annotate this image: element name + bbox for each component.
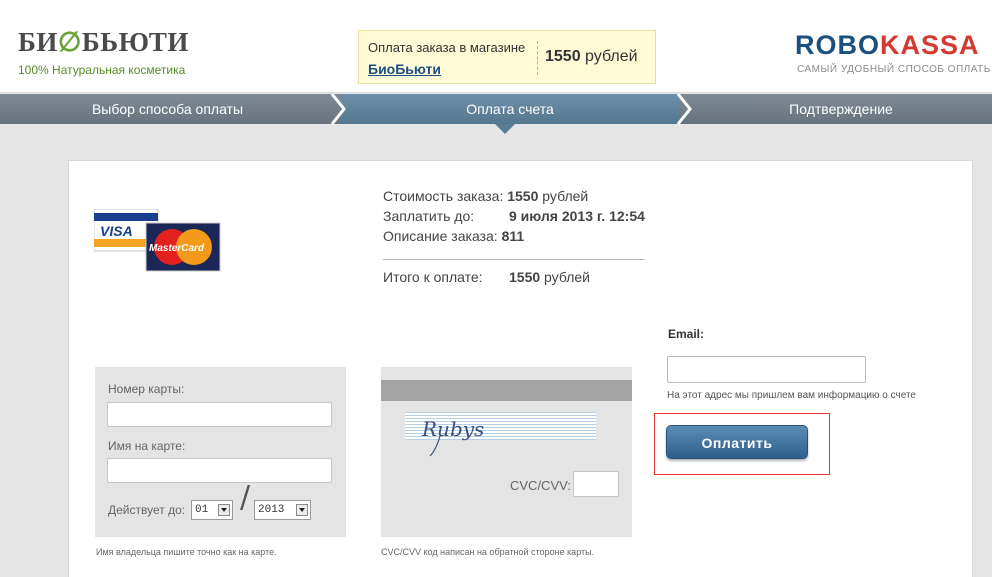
step-payment-method[interactable]: Выбор способа оплаты	[0, 94, 335, 124]
summary-desc-value: 811	[501, 228, 525, 244]
steps-bar: Выбор способа оплаты Оплата счета Подтве…	[0, 94, 992, 124]
card-name-field[interactable]	[107, 458, 332, 483]
mastercard-text: MasterCard	[149, 243, 205, 254]
rk-logo-part2: KASSA	[880, 30, 980, 60]
shop-link[interactable]: БиоБьюти	[368, 61, 441, 77]
summary-divider	[383, 259, 645, 260]
header: БИ∅БЬЮТИ 100% Натуральная косметика Опла…	[0, 0, 992, 93]
month-value: 01	[195, 504, 209, 516]
order-price-unit: рублей	[585, 48, 638, 65]
summary-deadline-value: 9 июля 2013 г. 12:54	[509, 208, 645, 224]
order-info-box: Оплата заказа в магазине БиоБьюти 1550 р…	[358, 30, 656, 84]
active-step-indicator	[495, 124, 515, 134]
summary-total-amount: 1550	[509, 269, 541, 285]
summary-desc-label: Описание заказа:	[383, 228, 498, 244]
chevron-down-icon[interactable]	[296, 504, 308, 516]
order-line: Оплата заказа в магазине	[368, 40, 526, 55]
order-separator	[537, 41, 538, 75]
back-note: CVC/CVV код написан на обратной стороне …	[381, 547, 595, 557]
email-field[interactable]	[667, 356, 866, 383]
visa-mastercard-logo: VISA MasterCard	[94, 209, 221, 272]
logo-part2: БЬЮТИ	[81, 27, 189, 57]
card-number-label: Номер карты:	[108, 382, 185, 396]
step-confirmation: Подтверждение	[789, 101, 893, 117]
card-number-field[interactable]	[107, 402, 332, 427]
cvc-field[interactable]	[573, 471, 619, 497]
shop-logo[interactable]: БИ∅БЬЮТИ	[18, 27, 189, 58]
pay-button[interactable]: Оплатить	[666, 425, 808, 459]
signature-text: Rubys	[421, 417, 484, 441]
front-note: Имя владельца пишите точно как на карте.	[96, 547, 277, 557]
summary-total-label: Итого к оплате:	[383, 269, 483, 285]
step-chevron-icon	[330, 94, 346, 124]
summary-cost: Стоимость заказа: 1550 рублей	[383, 188, 588, 204]
card-name-label: Имя на карте:	[108, 439, 186, 453]
robokassa-logo[interactable]: ROBOKASSA	[795, 30, 980, 61]
step-payment: Оплата счета	[340, 94, 680, 124]
summary-deadline-label: Заплатить до:	[383, 208, 475, 224]
logo-part1: БИ	[18, 27, 58, 57]
year-value: 2013	[258, 504, 285, 516]
summary-cost-amount: 1550	[507, 188, 539, 204]
email-label: Email:	[668, 327, 705, 341]
email-note: На этот адрес мы пришлем вам информацию …	[667, 390, 916, 401]
order-price-amount: 1550	[545, 48, 581, 65]
summary-cost-unit: рублей	[542, 188, 589, 204]
summary-total: 1550 рублей	[509, 269, 590, 285]
month-select[interactable]: 01	[191, 500, 233, 520]
step-chevron-icon	[676, 94, 692, 124]
robokassa-slogan: САМЫЙ УДОБНЫЙ СПОСОБ ОПЛАТЬ	[797, 64, 991, 75]
chevron-down-icon[interactable]	[218, 504, 230, 516]
cvc-label: CVC/CVV:	[510, 478, 571, 493]
summary-total-unit: рублей	[544, 269, 590, 285]
valid-until-label: Действует до:	[108, 503, 186, 517]
summary-description: Описание заказа: 811	[383, 228, 524, 244]
rk-logo-part1: ROBO	[795, 30, 880, 60]
signature-image: Rubys	[421, 417, 484, 457]
leaf-icon: ∅	[57, 27, 82, 57]
logo-subtitle: 100% Натуральная косметика	[18, 63, 186, 77]
date-slash: /	[240, 480, 251, 515]
order-price: 1550 рублей	[545, 48, 638, 66]
year-select[interactable]: 2013	[254, 500, 311, 520]
summary-cost-label: Стоимость заказа:	[383, 188, 504, 204]
visa-text: VISA	[100, 223, 133, 239]
magnetic-stripe	[381, 380, 632, 401]
